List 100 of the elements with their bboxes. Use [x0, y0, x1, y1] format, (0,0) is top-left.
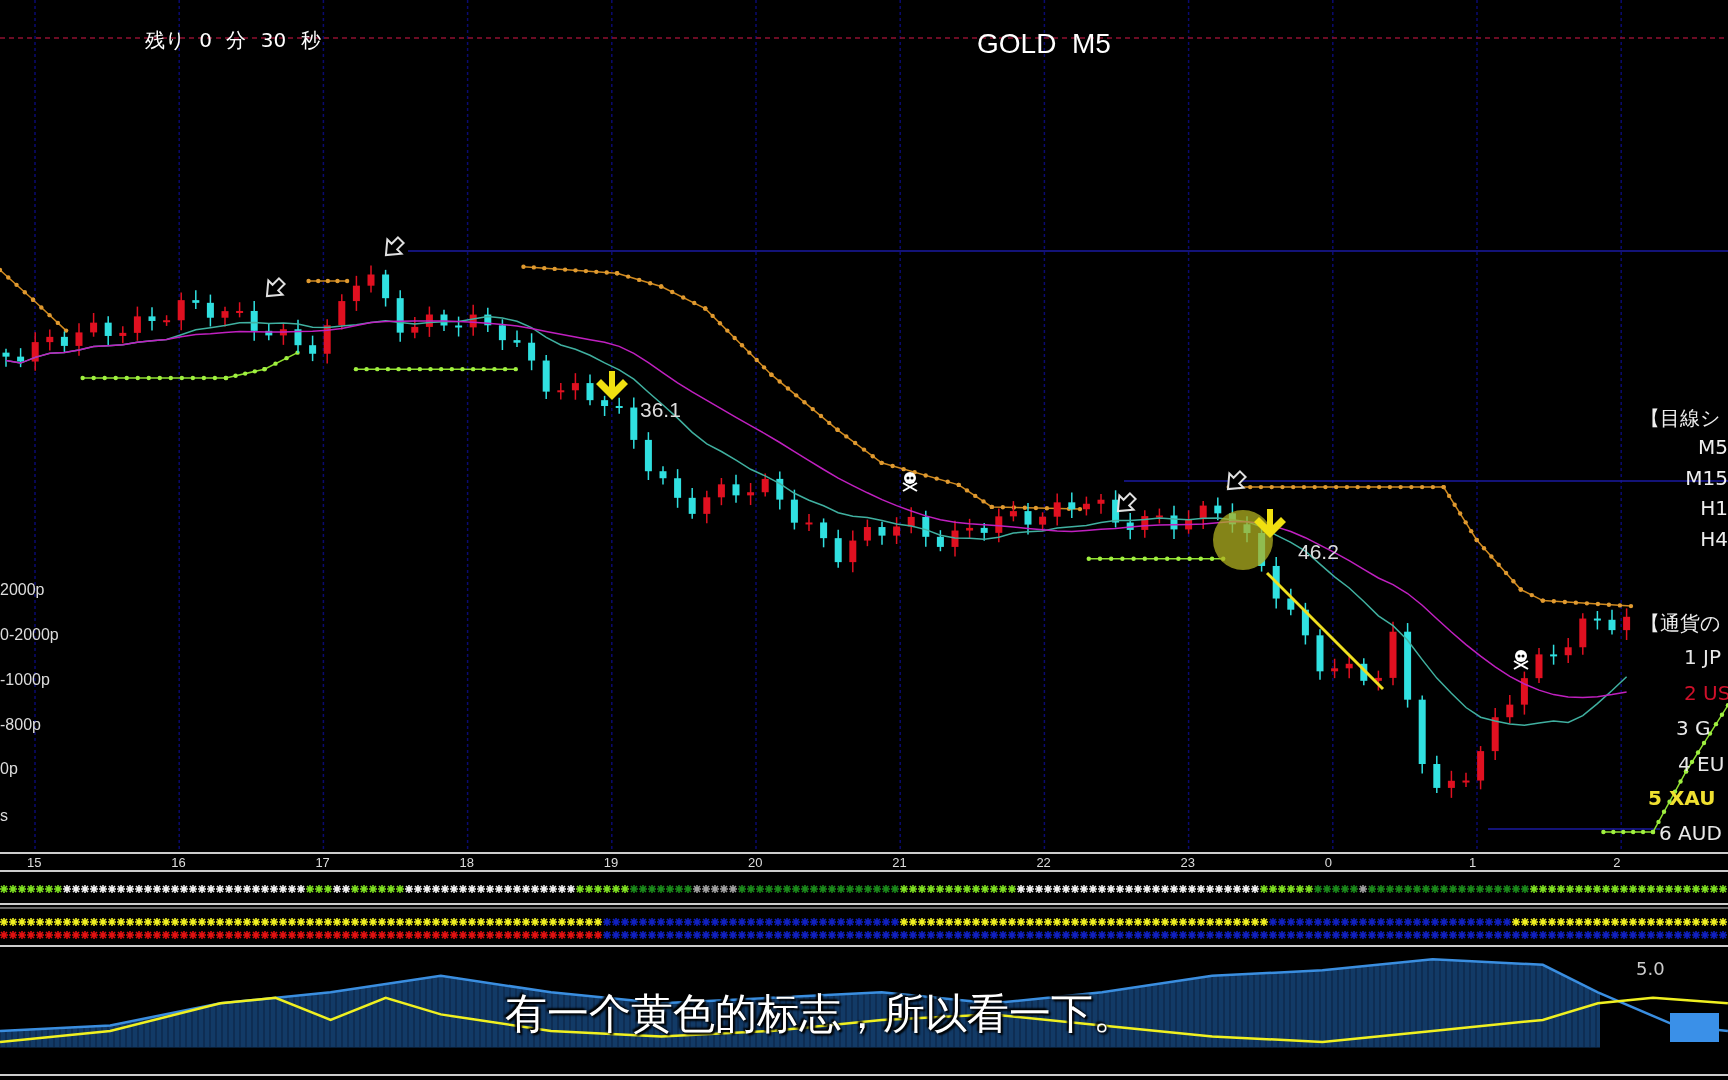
dotted-indicator-line	[306, 278, 350, 284]
range-label: s	[0, 807, 8, 825]
candlestick	[966, 518, 974, 539]
panel-heading: 【通貨の	[1640, 610, 1720, 637]
candlestick	[338, 293, 346, 331]
candlestick	[1009, 500, 1017, 523]
candlestick	[1214, 496, 1222, 521]
candlestick	[615, 397, 623, 415]
candlestick	[177, 291, 185, 331]
candlestick	[747, 482, 755, 506]
candlestick	[980, 522, 988, 542]
range-label: 2000p	[0, 581, 45, 599]
candlestick	[148, 306, 156, 332]
candlestick	[586, 373, 594, 406]
candlestick	[1608, 609, 1616, 636]
candlestick	[1301, 602, 1309, 646]
candlestick	[571, 372, 579, 401]
candlestick	[951, 520, 959, 558]
time-label: 18	[459, 855, 475, 870]
countdown-timer: 残り 0 分 30 秒	[145, 27, 321, 54]
candlestick	[396, 289, 404, 343]
candlestick	[557, 382, 565, 401]
candlestick	[1433, 754, 1441, 794]
candlestick	[1053, 492, 1061, 527]
dotted-indicator-line	[0, 267, 69, 333]
candlestick	[922, 509, 930, 548]
candlestick	[163, 314, 171, 327]
candlestick	[1447, 770, 1455, 799]
candlestick	[455, 315, 463, 338]
candlestick	[805, 513, 813, 532]
candlestick	[60, 330, 68, 354]
candlestick	[659, 465, 667, 486]
candlestick	[542, 354, 550, 400]
candlestick	[1535, 647, 1543, 684]
candlestick	[820, 517, 828, 549]
candlestick	[133, 305, 141, 342]
time-label: 19	[603, 855, 619, 870]
timeframe-label: M15	[1685, 466, 1728, 490]
candlestick	[206, 293, 214, 328]
candlestick	[192, 289, 200, 310]
candlestick	[46, 328, 54, 352]
time-label: 16	[171, 855, 186, 870]
candlestick	[1039, 511, 1047, 532]
time-label: 15	[27, 855, 42, 870]
candlestick	[644, 431, 652, 481]
candlestick	[352, 275, 360, 312]
oscillator-value: 5.0	[1636, 958, 1665, 979]
diagonal-arrow-icon	[1226, 469, 1248, 491]
diagonal-arrow-icon	[1116, 491, 1138, 513]
candlestick	[75, 322, 83, 357]
timeframe-label: M5	[1698, 435, 1728, 459]
currency-rank-label: 3 G	[1676, 716, 1711, 740]
candlestick	[528, 332, 536, 371]
candlestick	[761, 472, 769, 498]
candlestick	[411, 316, 419, 339]
candlestick	[2, 347, 10, 368]
candlestick	[1550, 643, 1558, 666]
candlestick	[236, 301, 244, 319]
candlestick	[1170, 504, 1178, 540]
candlestick	[1506, 694, 1514, 725]
time-label: 21	[892, 855, 907, 870]
candlestick	[1462, 772, 1470, 788]
candlestick	[1155, 507, 1163, 525]
candlestick	[1623, 607, 1631, 641]
candlestick	[90, 312, 98, 338]
candlestick	[1579, 612, 1587, 656]
candlestick	[1199, 500, 1207, 530]
candlestick	[323, 318, 331, 365]
candlestick	[513, 329, 521, 348]
candlestick	[425, 305, 433, 338]
candlestick	[1097, 493, 1105, 515]
candlestick	[1068, 491, 1076, 519]
candlestick	[1593, 610, 1601, 631]
timeframe-label: H1	[1700, 496, 1728, 520]
down-arrow-icon	[1254, 509, 1286, 538]
candlestick	[279, 322, 287, 346]
candlestick	[674, 468, 682, 509]
candlestick	[717, 477, 725, 506]
chart-title: GOLD M5	[977, 28, 1111, 60]
candlestick	[484, 306, 492, 333]
candlestick	[104, 315, 112, 347]
candlestick	[221, 306, 229, 328]
time-label: 1	[1469, 855, 1477, 870]
currency-rank-label: 6 AUD	[1659, 821, 1722, 845]
time-label: 20	[748, 855, 763, 870]
candlestick	[382, 269, 390, 308]
candlestick	[250, 300, 258, 342]
candlestick	[1491, 707, 1499, 761]
candlestick	[367, 264, 375, 294]
timeframe-label: H4	[1700, 527, 1728, 551]
candlestick	[498, 318, 506, 351]
candlestick	[849, 529, 857, 573]
value-marker	[1670, 1013, 1719, 1042]
candlestick	[265, 322, 273, 342]
candlestick	[1141, 509, 1149, 539]
candlestick	[1287, 587, 1295, 617]
candlestick	[1520, 670, 1528, 716]
candlestick	[31, 331, 39, 372]
candlestick	[863, 518, 871, 547]
diagonal-arrow-icon	[265, 276, 287, 298]
